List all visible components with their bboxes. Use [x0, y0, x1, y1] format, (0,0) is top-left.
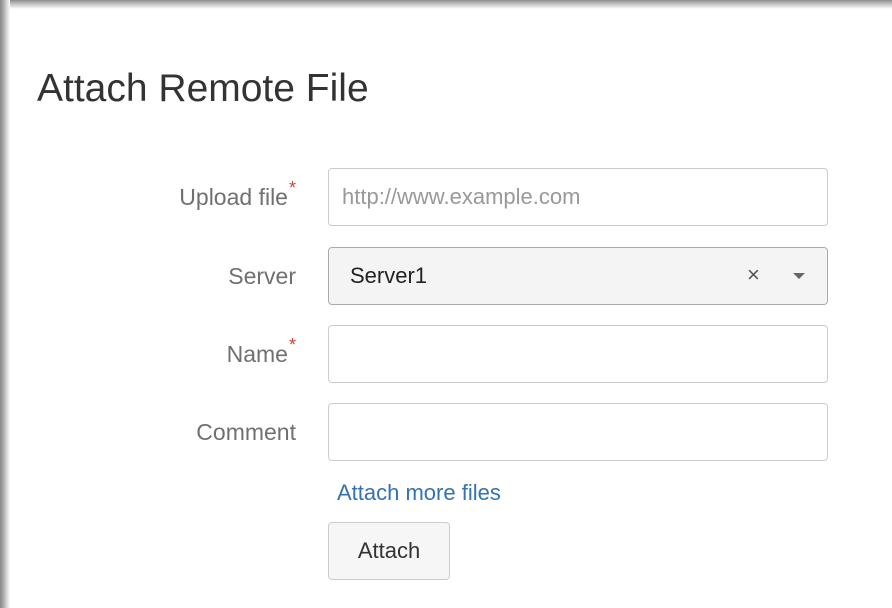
comment-label: Comment	[196, 419, 296, 445]
name-input[interactable]	[328, 325, 828, 383]
upload-file-label: Upload file*	[56, 178, 296, 213]
server-label: Server	[228, 263, 296, 289]
required-indicator: *	[288, 335, 296, 355]
name-label-text: Name	[226, 341, 288, 367]
server-select[interactable]: Server1 ×	[328, 247, 828, 305]
attach-button[interactable]: Attach	[328, 522, 450, 580]
chevron-down-icon[interactable]	[793, 273, 805, 279]
window-shadow-top	[0, 0, 892, 9]
upload-file-label-text: Upload file	[179, 184, 288, 210]
attach-more-files-link[interactable]: Attach more files	[337, 480, 501, 506]
dialog-title: Attach Remote File	[37, 67, 369, 110]
name-label: Name*	[56, 335, 296, 370]
comment-input[interactable]	[328, 403, 828, 461]
window-shadow-left	[0, 0, 10, 608]
upload-file-input[interactable]	[328, 168, 828, 226]
clear-icon[interactable]: ×	[747, 262, 760, 288]
required-indicator: *	[288, 178, 296, 198]
server-selected-value: Server1	[350, 263, 428, 288]
